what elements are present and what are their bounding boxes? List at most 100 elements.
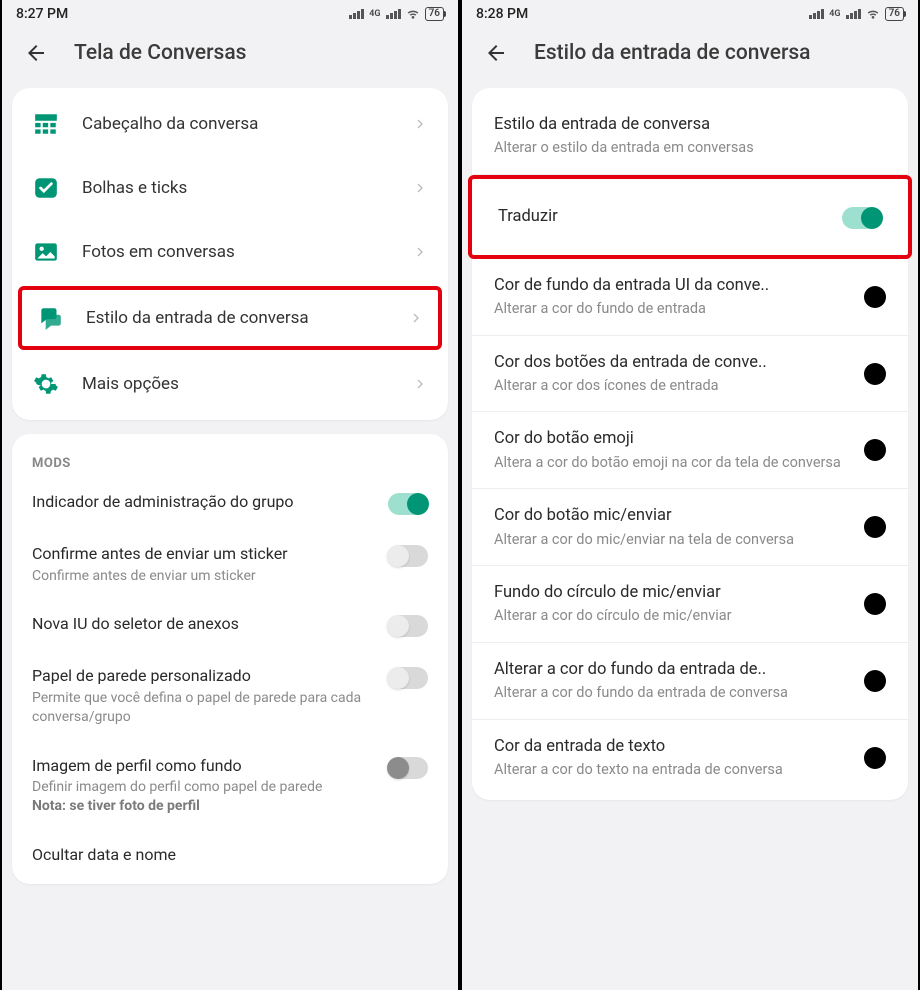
setting-subtitle: Alterar a cor do círculo de mic/enviar <box>494 606 850 626</box>
chevron-right-icon <box>412 180 428 196</box>
nav-card: Cabeçalho da conversa Bolhas e ticks Fot… <box>12 88 448 420</box>
mod-title: Imagem de perfil como fundo <box>32 755 374 777</box>
setting-subtitle: Alterar o estilo da entrada em conversas <box>494 138 886 158</box>
mod-profile-image-bg[interactable]: Imagem de perfil como fundo Definir imag… <box>12 741 448 830</box>
setting-subtitle: Altera a cor do botão emoji na cor da te… <box>494 453 850 473</box>
setting-color-input-bg[interactable]: Cor de fundo da entrada UI da conve.. Al… <box>472 259 908 336</box>
mod-admin-indicator[interactable]: Indicador de administração do grupo <box>12 477 448 529</box>
mod-title: Papel de parede personalizado <box>32 665 374 687</box>
grid-icon <box>32 110 60 138</box>
setting-subtitle: Alterar a cor do fundo da entrada de con… <box>494 683 850 703</box>
setting-color-input-bg2[interactable]: Alterar a cor do fundo da entrada de.. A… <box>472 643 908 720</box>
mods-card: MODS Indicador de administração do grupo… <box>12 434 448 884</box>
wifi-icon <box>405 6 421 22</box>
setting-title: Cor de fundo da entrada UI da conve.. <box>494 275 850 297</box>
color-swatch[interactable] <box>864 516 886 538</box>
toggle-switch[interactable] <box>842 207 882 229</box>
mod-subtitle: Confirme antes de enviar um sticker <box>32 567 374 586</box>
battery-icon: 76 <box>885 7 904 21</box>
mod-note: Nota: se tiver foto de perfil <box>32 797 374 816</box>
color-swatch[interactable] <box>864 593 886 615</box>
mod-subtitle: Definir imagem do perfil como papel de p… <box>32 778 374 797</box>
back-icon[interactable] <box>24 41 48 65</box>
color-swatch[interactable] <box>864 363 886 385</box>
color-swatch[interactable] <box>864 670 886 692</box>
wifi-icon <box>865 6 881 22</box>
setting-color-buttons[interactable]: Cor dos botões da entrada de conve.. Alt… <box>472 336 908 413</box>
network-label: 4G <box>829 9 840 19</box>
checkbox-icon <box>32 174 60 202</box>
toggle-switch[interactable] <box>388 757 428 779</box>
setting-title: Cor da entrada de texto <box>494 736 850 758</box>
setting-title: Cor do botão mic/enviar <box>494 505 850 527</box>
chevron-right-icon <box>408 310 424 326</box>
mod-title: Ocultar data e nome <box>32 844 428 866</box>
chevron-right-icon <box>412 244 428 260</box>
toggle-switch[interactable] <box>388 667 428 689</box>
battery-icon: 76 <box>425 7 444 21</box>
nav-item-input-style[interactable]: Estilo da entrada de conversa <box>18 286 442 350</box>
app-header: Tela de Conversas <box>2 28 458 78</box>
nav-label: Estilo da entrada de conversa <box>86 308 386 328</box>
clock: 8:28 PM <box>476 6 528 22</box>
setting-subtitle: Alterar a cor dos ícones de entrada <box>494 376 850 396</box>
toggle-switch[interactable] <box>388 493 428 515</box>
image-icon <box>32 238 60 266</box>
setting-subtitle: Alterar a cor do mic/enviar na tela de c… <box>494 530 850 550</box>
setting-subtitle: Alterar a cor do texto na entrada de con… <box>494 760 850 780</box>
mod-subtitle: Permite que você defina o papel de pared… <box>32 689 374 727</box>
mod-custom-wallpaper[interactable]: Papel de parede personalizado Permite qu… <box>12 651 448 740</box>
chevron-right-icon <box>412 376 428 392</box>
section-header: MODS <box>12 438 448 477</box>
setting-title: Fundo do círculo de mic/enviar <box>494 582 850 604</box>
nav-label: Fotos em conversas <box>82 242 390 262</box>
page-title: Estilo da entrada de conversa <box>534 41 811 65</box>
nav-label: Cabeçalho da conversa <box>82 114 390 134</box>
clock: 8:27 PM <box>16 6 68 22</box>
setting-subtitle: Alterar a cor do fundo de entrada <box>494 299 850 319</box>
mod-title: Indicador de administração do grupo <box>32 491 374 513</box>
color-swatch[interactable] <box>864 439 886 461</box>
status-bar: 8:27 PM 4G 76 <box>2 0 458 28</box>
setting-title: Cor do botão emoji <box>494 428 850 450</box>
nav-item-conversation-header[interactable]: Cabeçalho da conversa <box>12 92 448 156</box>
signal-icon <box>349 9 364 19</box>
setting-title: Estilo da entrada de conversa <box>494 114 886 136</box>
setting-input-style[interactable]: Estilo da entrada de conversa Alterar o … <box>472 98 908 175</box>
nav-item-more-options[interactable]: Mais opções <box>12 352 448 416</box>
mod-title: Nova IU do seletor de anexos <box>32 613 374 635</box>
setting-color-text[interactable]: Cor da entrada de texto Alterar a cor do… <box>472 720 908 796</box>
setting-color-emoji-btn[interactable]: Cor do botão emoji Altera a cor do botão… <box>472 412 908 489</box>
network-label: 4G <box>369 9 380 19</box>
highlight-translate: Traduzir <box>468 175 912 259</box>
screenshot-right: 8:28 PM 4G 76 Estilo da entrada de conve… <box>460 0 920 990</box>
back-icon[interactable] <box>484 41 508 65</box>
setting-color-mic-send[interactable]: Cor do botão mic/enviar Alterar a cor do… <box>472 489 908 566</box>
nav-label: Mais opções <box>82 374 390 394</box>
status-bar: 8:28 PM 4G 76 <box>462 0 918 28</box>
color-swatch[interactable] <box>864 286 886 308</box>
chat-icon <box>36 304 64 332</box>
toggle-switch[interactable] <box>388 545 428 567</box>
color-swatch[interactable] <box>864 747 886 769</box>
gear-icon <box>32 370 60 398</box>
app-header: Estilo da entrada de conversa <box>462 28 918 78</box>
screenshot-left: 8:27 PM 4G 76 Tela de Conversas Cabeçalh… <box>0 0 460 990</box>
setting-title: Alterar a cor do fundo da entrada de.. <box>494 659 850 681</box>
setting-title: Traduzir <box>498 206 828 228</box>
toggle-switch[interactable] <box>388 615 428 637</box>
nav-item-bubbles-ticks[interactable]: Bolhas e ticks <box>12 156 448 220</box>
mod-new-attachment-ui[interactable]: Nova IU do seletor de anexos <box>12 599 448 651</box>
signal-icon-2 <box>386 9 401 19</box>
setting-title: Cor dos botões da entrada de conve.. <box>494 352 850 374</box>
setting-color-mic-circle[interactable]: Fundo do círculo de mic/enviar Alterar a… <box>472 566 908 643</box>
settings-card: Estilo da entrada de conversa Alterar o … <box>472 88 908 800</box>
nav-item-photos-in-chat[interactable]: Fotos em conversas <box>12 220 448 284</box>
nav-label: Bolhas e ticks <box>82 178 390 198</box>
signal-icon-2 <box>846 9 861 19</box>
mod-confirm-sticker[interactable]: Confirme antes de enviar um sticker Conf… <box>12 529 448 599</box>
signal-icon <box>809 9 824 19</box>
setting-translate[interactable]: Traduzir <box>472 187 908 247</box>
mod-hide-date-name[interactable]: Ocultar data e nome <box>12 830 448 880</box>
mod-title: Confirme antes de enviar um sticker <box>32 543 374 565</box>
